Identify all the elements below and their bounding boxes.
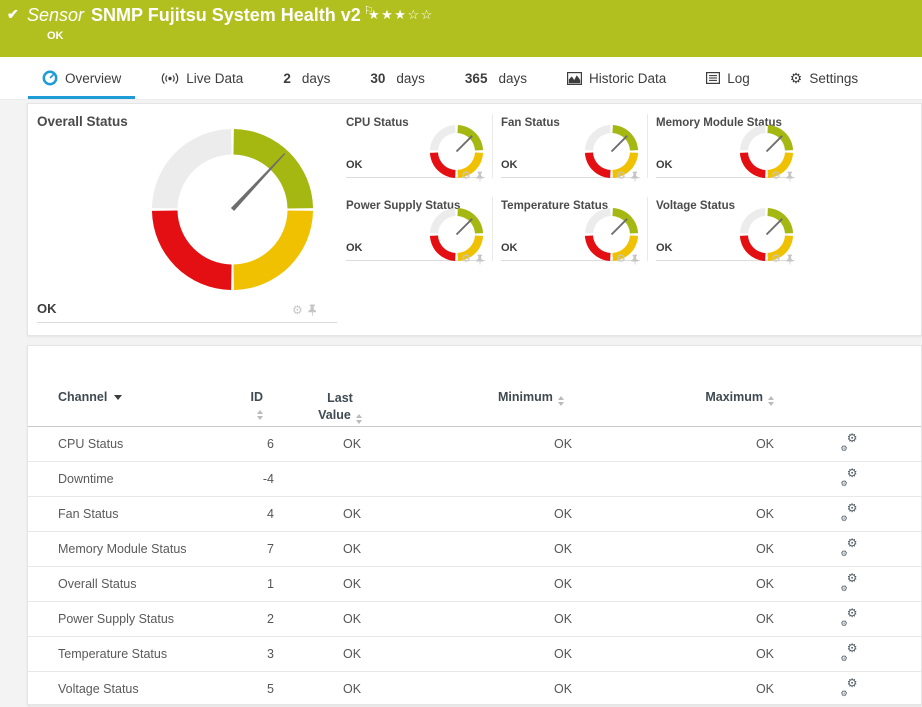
overall-status-gauge	[149, 126, 316, 293]
pin-icon[interactable]	[631, 254, 639, 265]
mini-gauge-grid: CPU Status OK ⚙ Fan Status OK ⚙ Memory M…	[346, 114, 795, 261]
gauge-panel-fan-status: Fan Status OK ⚙	[501, 114, 640, 178]
gauge-panel-power-supply-status: Power Supply Status OK ⚙	[346, 197, 485, 261]
table-row: Downtime -4	[28, 461, 921, 496]
channel-settings-icon[interactable]	[842, 470, 858, 485]
gauge-panel-voltage-status: Voltage Status OK ⚙	[656, 197, 795, 261]
tab-2-days[interactable]: 2days	[281, 57, 332, 99]
table-row: Temperature Status 3 OK OK OK	[28, 636, 921, 671]
broadcast-icon	[161, 72, 179, 85]
channel-settings-icon[interactable]	[842, 610, 858, 625]
pin-icon[interactable]	[786, 254, 794, 265]
tab-log[interactable]: Log	[704, 57, 752, 99]
column-channel[interactable]: Channel	[28, 382, 240, 426]
column-maximum[interactable]: Maximum	[698, 382, 778, 426]
channels-table: Channel ID Last Value Minimum Maximum CP…	[28, 382, 921, 707]
channel-settings-icon[interactable]	[842, 505, 858, 520]
gauge-panel-cpu-status: CPU Status OK ⚙	[346, 114, 485, 178]
page-title: SNMP Fujitsu System Health v2	[91, 5, 361, 25]
overall-status-value: OK	[37, 301, 57, 316]
gauge-panel-temperature-status: Temperature Status OK ⚙	[501, 197, 640, 261]
table-row: Memory Module Status 7 OK OK OK	[28, 531, 921, 566]
channels-panel: Channel ID Last Value Minimum Maximum CP…	[27, 345, 922, 705]
gauge-panel-memory-module-status: Memory Module Status OK ⚙	[656, 114, 795, 178]
sort-icon	[768, 396, 774, 406]
column-last-value[interactable]: Last Value	[275, 382, 488, 426]
gear-icon[interactable]: ⚙	[771, 253, 781, 265]
gear-icon[interactable]: ⚙	[616, 170, 626, 182]
gauges-panel: Overall Status OK ⚙ CPU Status OK ⚙ Fan …	[27, 103, 922, 336]
sort-icon	[356, 414, 362, 424]
sensor-status-banner: ✔ SensorSNMP Fujitsu System Health v2⚐ ★…	[0, 0, 922, 57]
channel-settings-icon[interactable]	[842, 575, 858, 590]
table-row: Voltage Status 5 OK OK OK	[28, 671, 921, 706]
priority-stars[interactable]: ★★★☆☆	[368, 7, 434, 23]
status-badge: OK	[47, 30, 64, 42]
pin-icon[interactable]	[476, 254, 484, 265]
column-id[interactable]: ID	[240, 382, 275, 426]
object-type-label: Sensor	[27, 5, 84, 25]
gauge-icon	[42, 70, 58, 86]
gear-icon[interactable]: ⚙	[616, 253, 626, 265]
tab-365-days[interactable]: 365days	[463, 57, 529, 99]
column-minimum[interactable]: Minimum	[488, 382, 698, 426]
pin-icon[interactable]	[631, 171, 639, 182]
divider	[37, 322, 337, 323]
channel-settings-icon[interactable]	[842, 680, 858, 695]
tab-30-days[interactable]: 30days	[368, 57, 427, 99]
table-row: CPU Status 6 OK OK OK	[28, 426, 921, 461]
sort-caret-icon	[114, 395, 122, 400]
gear-icon: ⚙	[790, 70, 803, 87]
gear-icon[interactable]: ⚙	[771, 170, 781, 182]
table-header-row: Channel ID Last Value Minimum Maximum	[28, 382, 921, 426]
pin-icon[interactable]	[308, 304, 317, 316]
table-row: Power Supply Status 2 OK OK OK	[28, 601, 921, 636]
sensor-title-line: SensorSNMP Fujitsu System Health v2⚐	[27, 4, 374, 26]
pin-icon[interactable]	[476, 171, 484, 182]
check-icon: ✔	[7, 6, 19, 23]
tab-historic-data[interactable]: Historic Data	[565, 57, 668, 99]
tab-settings[interactable]: ⚙ Settings	[788, 57, 860, 99]
table-row: Fan Status 4 OK OK OK	[28, 496, 921, 531]
table-row: Overall Status 1 OK OK OK	[28, 566, 921, 601]
gear-icon[interactable]: ⚙	[461, 253, 471, 265]
column-actions	[778, 382, 921, 426]
channel-settings-icon[interactable]	[842, 435, 858, 450]
tab-overview[interactable]: Overview	[40, 57, 123, 99]
channel-settings-icon[interactable]	[842, 645, 858, 660]
sort-icon	[257, 410, 263, 420]
gear-icon[interactable]: ⚙	[461, 170, 471, 182]
pin-icon[interactable]	[786, 171, 794, 182]
overall-panel-tools: ⚙	[292, 304, 317, 316]
tab-bar: Overview Live Data 2days 30days 365days …	[0, 57, 922, 100]
overall-status-title: Overall Status	[37, 114, 128, 129]
tab-live-data[interactable]: Live Data	[159, 57, 245, 99]
sort-icon	[558, 396, 564, 406]
gear-icon[interactable]: ⚙	[292, 304, 303, 316]
chart-icon	[567, 72, 582, 85]
channel-settings-icon[interactable]	[842, 540, 858, 555]
log-icon	[706, 72, 720, 84]
